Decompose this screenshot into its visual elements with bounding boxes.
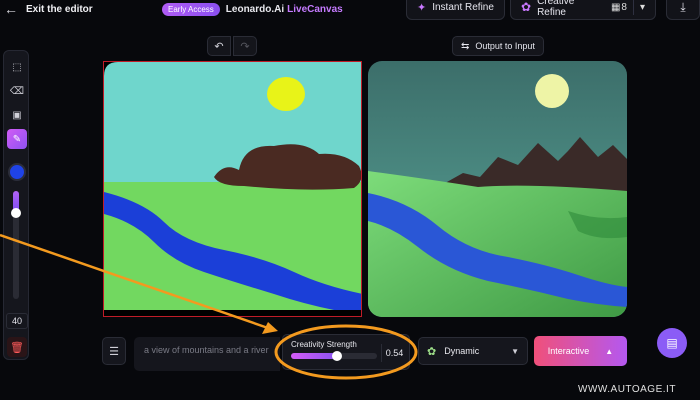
sparkle-icon: ✦	[417, 1, 427, 14]
brush-size-handle[interactable]	[11, 208, 21, 218]
creativity-strength-handle[interactable]	[332, 351, 342, 361]
chat-support-button[interactable]: ▤	[657, 328, 687, 358]
creative-refine-button[interactable]: ✿ Creative Refine ▦ 8 ▾	[510, 0, 656, 20]
annotation-arrowhead	[262, 322, 278, 334]
instant-refine-button[interactable]: ✦ Instant Refine	[406, 0, 505, 20]
interactive-mode-button[interactable]: Interactive ▲	[534, 336, 627, 366]
creativity-strength-label: Creativity Strength	[291, 340, 357, 349]
style-dropdown[interactable]: ✿ Dynamic ▼	[418, 337, 528, 365]
early-access-badge: Early Access	[162, 2, 220, 16]
creative-refine-icon: ✿	[521, 0, 532, 14]
eraser-tool[interactable]: ⌫	[7, 81, 27, 101]
token-icon: ▦	[610, 1, 621, 13]
brush-size-slider[interactable]	[11, 191, 21, 299]
generated-landscape	[368, 61, 627, 317]
brush-size-value[interactable]: 40	[6, 313, 28, 329]
instant-refine-label: Instant Refine	[432, 1, 494, 13]
creative-refine-count: 8	[621, 1, 627, 13]
creativity-strength-control: Creativity Strength 0.54	[282, 334, 410, 370]
creativity-strength-value[interactable]: 0.54	[381, 344, 407, 362]
redo-button[interactable]: ↷	[233, 36, 257, 56]
settings-button[interactable]: ☰	[102, 337, 126, 365]
sketch-drawing	[104, 62, 361, 316]
sliders-icon: ☰	[109, 345, 119, 358]
selection-icon: ⬚	[12, 61, 22, 73]
swap-icon: ⇆	[461, 40, 470, 52]
output-to-input-button[interactable]: ⇆ Output to Input	[452, 36, 544, 56]
clear-canvas-button[interactable]: 🗑	[7, 337, 27, 357]
prompt-text: a view of mountains and a river	[144, 345, 269, 355]
brush-icon: ✎	[12, 133, 22, 145]
chevron-down-icon[interactable]: ▾	[640, 2, 645, 13]
interactive-mode-label: Interactive	[547, 346, 590, 356]
eraser-icon: ⌫	[9, 85, 25, 97]
image-tool[interactable]: ▣	[7, 105, 27, 125]
color-picker[interactable]	[8, 163, 26, 181]
undo-button[interactable]: ↶	[207, 36, 231, 56]
output-image[interactable]	[368, 61, 627, 317]
exit-editor-button[interactable]: ← Exit the editor	[4, 0, 93, 18]
brand-name: Leonardo.Ai	[225, 3, 285, 15]
chevron-down-icon: ▼	[511, 346, 519, 356]
undo-redo-group: ↶ ↷	[207, 36, 257, 56]
style-label: Dynamic	[444, 346, 480, 356]
product-name: LiveCanvas	[287, 3, 343, 15]
download-icon: ⤓	[680, 0, 686, 14]
exit-editor-label: Exit the editor	[26, 3, 93, 15]
chevron-up-icon: ▲	[605, 346, 614, 356]
prompt-input[interactable]: a view of mountains and a river	[134, 337, 280, 371]
creativity-strength-slider[interactable]	[291, 351, 377, 361]
creative-refine-label: Creative Refine	[537, 0, 575, 18]
trash-icon: 🗑	[10, 341, 24, 354]
undo-icon: ↶	[214, 40, 224, 53]
image-icon: ▣	[12, 109, 22, 121]
drawing-toolbar: ⬚ ⌫ ▣ ✎ 40 🗑	[3, 50, 29, 360]
input-canvas[interactable]	[103, 61, 362, 317]
select-tool[interactable]: ⬚	[7, 57, 27, 77]
download-button[interactable]: ⤓	[666, 0, 700, 20]
creativity-strength-fill	[291, 353, 337, 359]
top-bar: ← Exit the editor Early Access Leonardo.…	[0, 0, 700, 20]
chat-icon: ▤	[666, 336, 678, 350]
watermark: WWW.AUTOAGE.IT	[578, 384, 676, 395]
brush-tool[interactable]: ✎	[7, 129, 27, 149]
divider	[632, 0, 634, 15]
output-to-input-label: Output to Input	[475, 41, 535, 51]
back-arrow-icon: ←	[4, 1, 18, 17]
redo-icon: ↷	[240, 40, 250, 53]
style-icon: ✿	[427, 345, 437, 358]
app-title: Early Access Leonardo.Ai LiveCanvas	[162, 1, 343, 17]
